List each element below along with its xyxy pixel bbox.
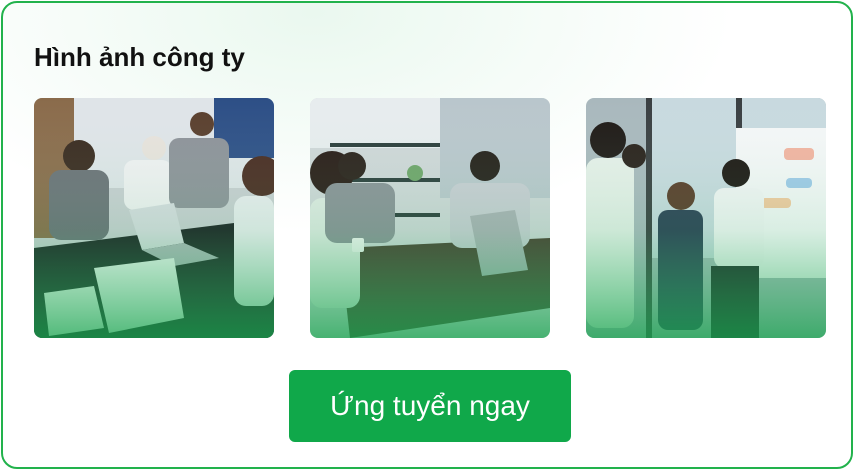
apply-now-button[interactable]: Ứng tuyển ngay	[289, 370, 571, 442]
company-photo-1-image	[34, 98, 274, 338]
company-photos-card: Hình ảnh công ty Ứng tuyển ngay	[1, 1, 853, 469]
company-photo-2	[310, 98, 550, 338]
company-photo-2-image	[310, 98, 550, 338]
section-title: Hình ảnh công ty	[34, 42, 245, 72]
company-photo-3	[586, 98, 826, 338]
company-photo-3-image	[586, 98, 826, 338]
company-photo-1	[34, 98, 274, 338]
